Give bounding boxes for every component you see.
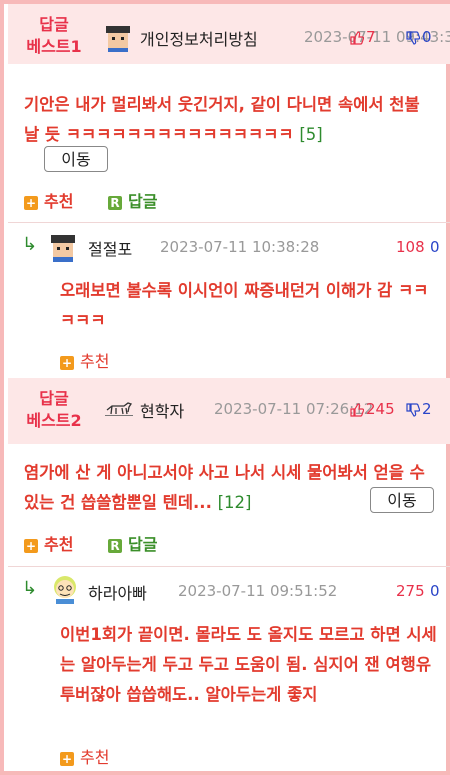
best1-recommend-label: 추천 [44, 192, 74, 211]
avatar[interactable] [103, 22, 133, 52]
reply-arrow-icon: ↳ [22, 234, 38, 255]
reply1-recommend-label: 추천 [80, 352, 110, 371]
best2-badge-line1: 답글 [39, 389, 69, 408]
divider [8, 222, 450, 223]
best1-up-vote[interactable]: 7 [348, 28, 376, 46]
reply2-recommend-label: 추천 [80, 748, 110, 767]
best1-down-count: 0 [422, 28, 432, 46]
reply1-text[interactable]: 오래보면 볼수록 이시언이 짜증내던거 이해가 감 ㅋㅋㅋㅋㅋ [60, 276, 440, 336]
best2-reply-count[interactable]: [12] [218, 493, 252, 512]
best1-badge-line1: 답글 [39, 15, 69, 34]
divider [8, 566, 450, 567]
thumbs-up-icon [350, 30, 364, 45]
best2-reply-button[interactable]: R 답글 [108, 531, 157, 555]
reply2-nick[interactable]: 하라아빠 [88, 580, 147, 604]
thumbs-up-icon [350, 402, 364, 417]
reply1-recommend-button[interactable]: + 추천 [60, 348, 109, 372]
plus-icon: + [60, 751, 74, 766]
avatar[interactable] [104, 398, 134, 418]
plus-icon: + [60, 355, 74, 370]
best2-header: 답글 베스트2 현학자 2023-07-11 07:26:12 245 2 [8, 378, 450, 444]
reply2-text[interactable]: 이번1회가 끝이면. 몰라도 도 올지도 모르고 하면 시세는 알아두는게 두고… [60, 620, 440, 710]
reply1-down-count[interactable]: 0 [430, 238, 440, 256]
best1-reply-button[interactable]: R 답글 [108, 188, 157, 212]
best1-recommend-button[interactable]: + 추천 [24, 188, 73, 212]
best1-reply-count[interactable]: [5] [299, 125, 322, 144]
reply2-up-count[interactable]: 275 [396, 582, 425, 600]
best2-reply-label: 답글 [128, 535, 158, 554]
thumbs-down-icon [406, 402, 420, 417]
best1-header: 답글 베스트1 개인정보처리방침 2023-07-11 09:43:3 7 0 [8, 4, 450, 64]
comment-panel: 답글 베스트1 개인정보처리방침 2023-07-11 09:43:3 7 0 … [0, 0, 450, 775]
reply1-up-count[interactable]: 108 [396, 238, 425, 256]
best1-text[interactable]: 기안은 내가 멀리봐서 웃긴거지, 같이 다니면 속에서 천불 날 듯 ㅋㅋㅋㅋ… [24, 90, 436, 150]
reply2-datetime: 2023-07-11 09:51:52 [178, 582, 338, 600]
thumbs-down-icon [406, 30, 420, 45]
best2-up-count: 245 [366, 400, 395, 418]
reply1-nick[interactable]: 절절포 [88, 236, 132, 260]
best2-nick[interactable]: 현학자 [140, 398, 184, 422]
reply2-recommend-button[interactable]: + 추천 [60, 744, 109, 768]
avatar[interactable] [48, 232, 78, 262]
best1-move-button[interactable]: 이동 [44, 146, 108, 172]
reply-arrow-icon: ↳ [22, 578, 38, 599]
best2-up-vote[interactable]: 245 [348, 400, 395, 418]
best2-badge: 답글 베스트2 [8, 388, 100, 432]
reply-r-icon: R [108, 195, 122, 210]
best2-recommend-label: 추천 [44, 535, 74, 554]
best1-down-vote[interactable]: 0 [404, 28, 432, 46]
best1-reply-label: 답글 [128, 192, 158, 211]
best1-nick[interactable]: 개인정보처리방침 [140, 26, 258, 50]
best2-down-count: 2 [422, 400, 432, 418]
plus-icon: + [24, 195, 38, 210]
plus-icon: + [24, 538, 38, 553]
reply2-down-count[interactable]: 0 [430, 582, 440, 600]
best2-recommend-button[interactable]: + 추천 [24, 531, 73, 555]
best2-down-vote[interactable]: 2 [404, 400, 432, 418]
best2-badge-line2: 베스트2 [26, 411, 82, 430]
best1-up-count: 7 [366, 28, 376, 46]
reply-r-icon: R [108, 538, 122, 553]
avatar[interactable] [50, 574, 80, 604]
best2-move-button[interactable]: 이동 [370, 487, 434, 513]
best1-text-content: 기안은 내가 멀리봐서 웃긴거지, 같이 다니면 속에서 천불 날 듯 ㅋㅋㅋㅋ… [24, 95, 420, 144]
best1-badge: 답글 베스트1 [8, 14, 100, 58]
best1-badge-line2: 베스트1 [26, 37, 82, 56]
reply1-datetime: 2023-07-11 10:38:28 [160, 238, 320, 256]
